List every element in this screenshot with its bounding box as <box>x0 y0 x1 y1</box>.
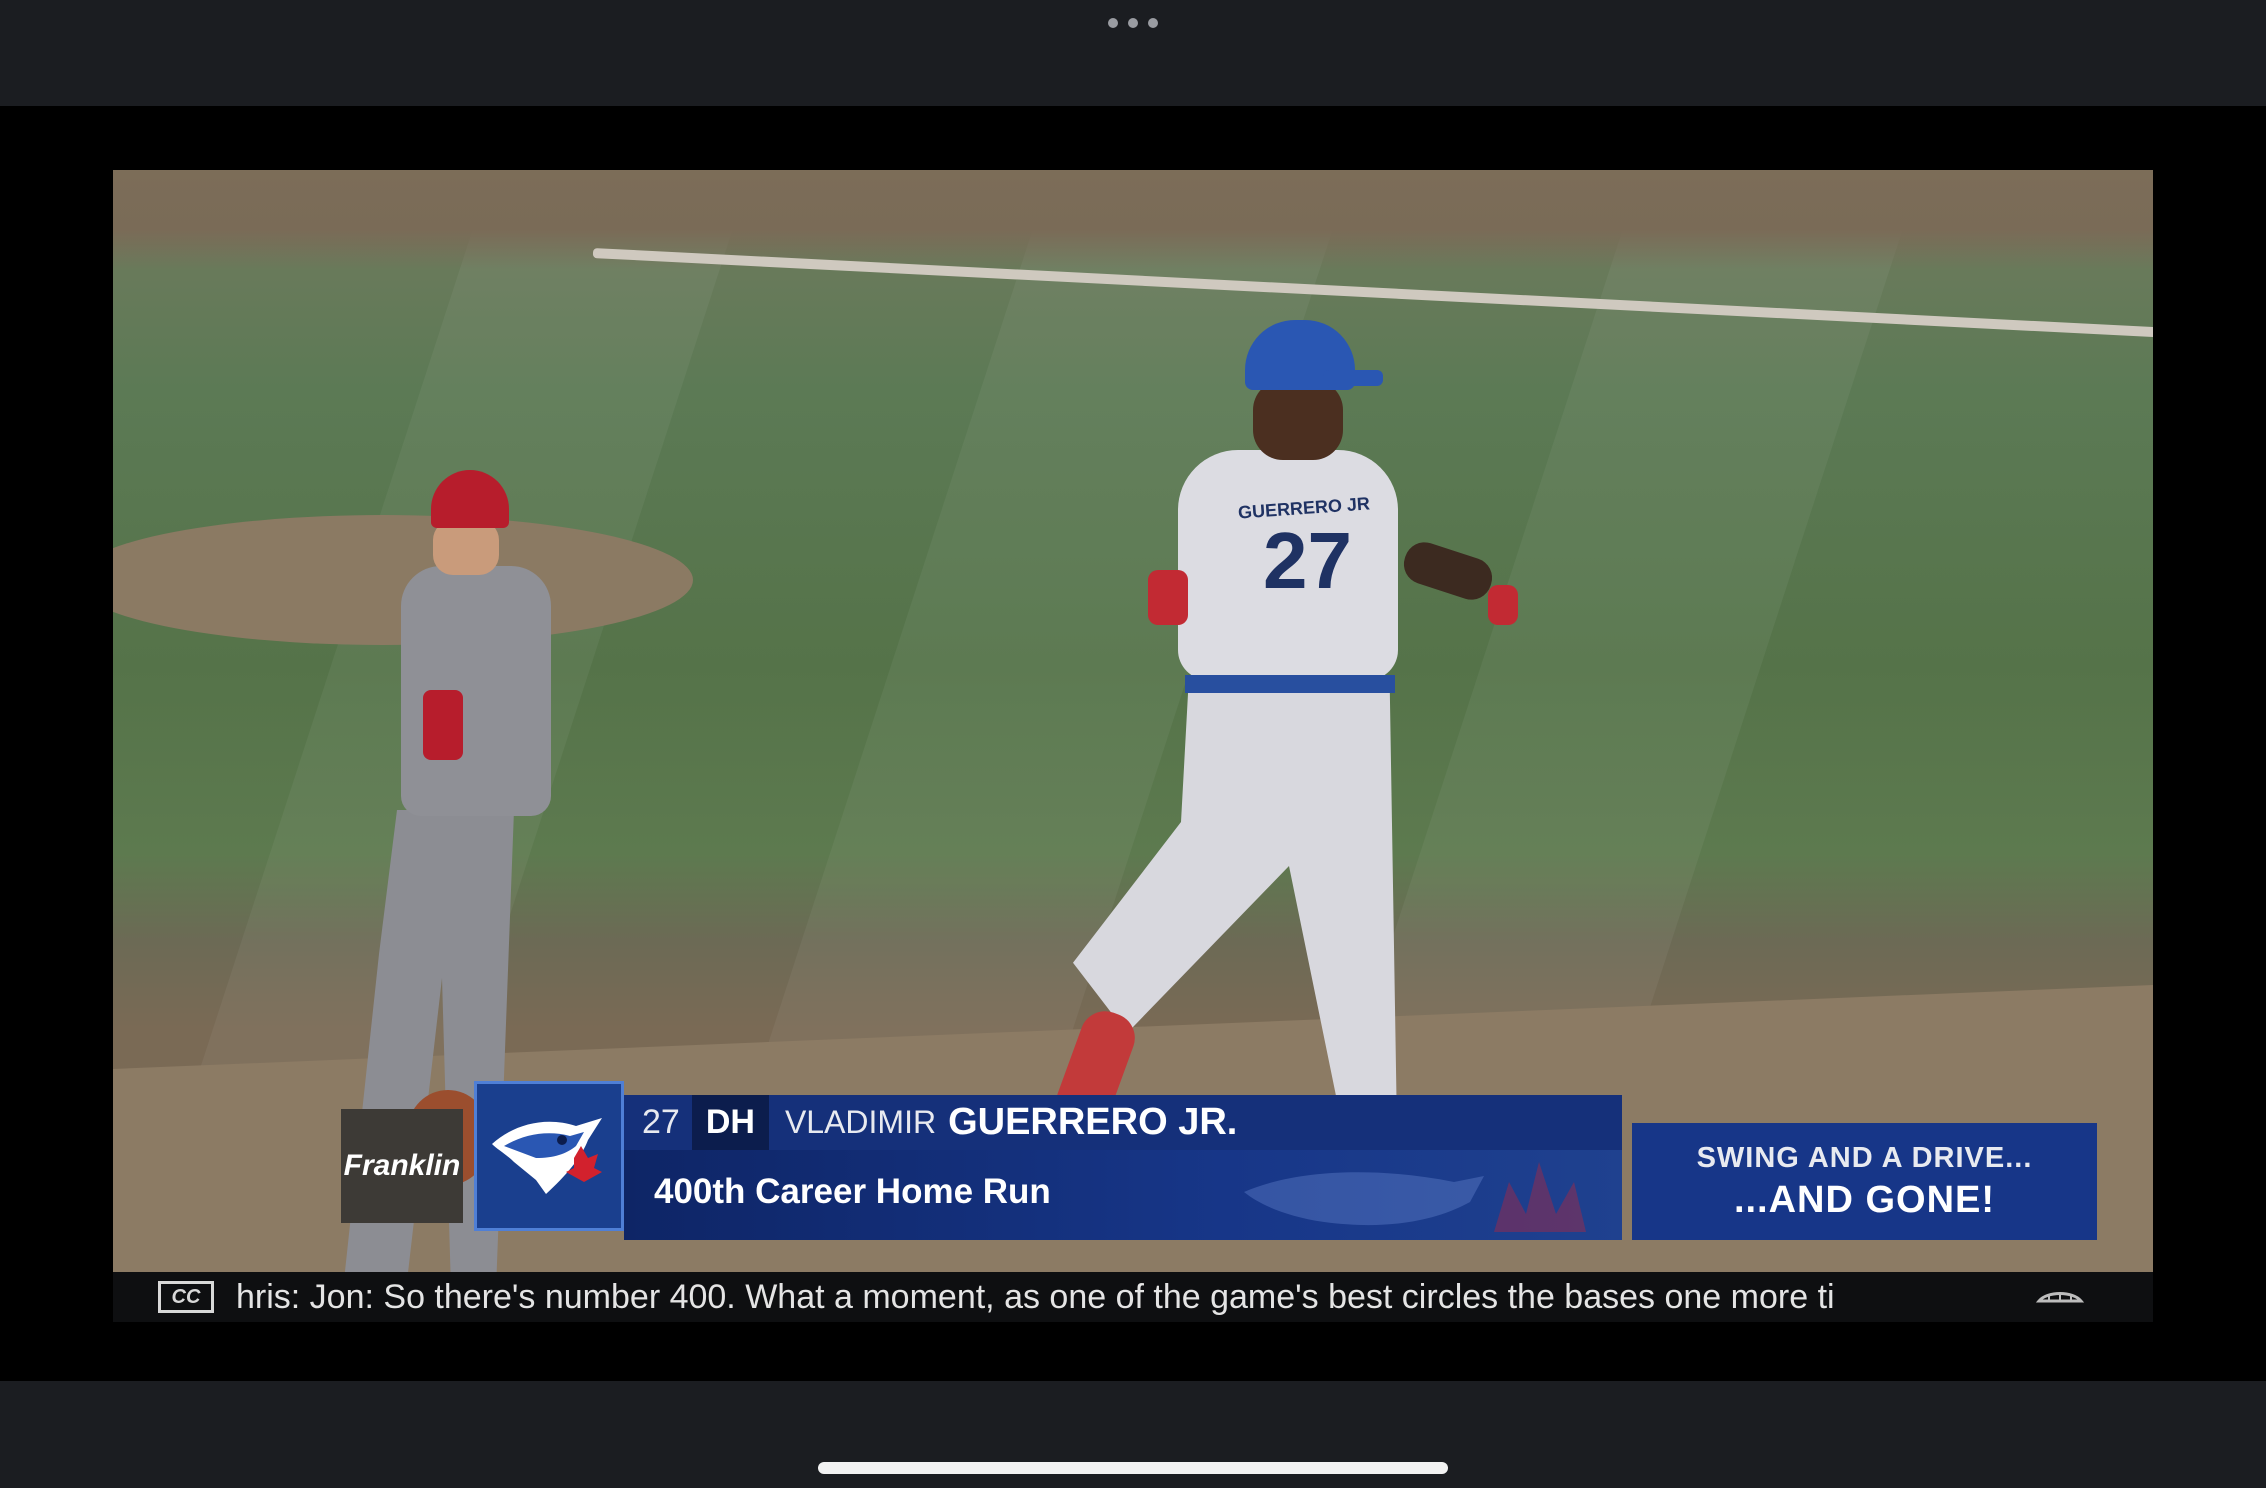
dot <box>1148 18 1158 28</box>
milestone-text: 400th Career Home Run <box>654 1172 1051 1211</box>
fielder-sleeve <box>423 690 463 760</box>
call-line-1: SWING AND A DRIVE... <box>1696 1141 2033 1174</box>
sponsor-logo: Franklin <box>341 1109 463 1223</box>
milestone-bar: 400th Career Home Run <box>624 1150 1622 1240</box>
batter-jersey-number: 27 <box>1263 516 1352 605</box>
team-logo <box>474 1081 624 1231</box>
batter-batting-glove <box>1488 585 1518 625</box>
sponsor-label: Franklin <box>343 1149 461 1182</box>
top-bar <box>0 0 2266 106</box>
batter-belt <box>1185 675 1395 693</box>
infield-dirt <box>113 170 2153 270</box>
caption-text: hris: Jon: So there's number 400. What a… <box>236 1277 1835 1316</box>
batter-sleeve <box>1148 570 1188 625</box>
home-indicator[interactable] <box>818 1462 1448 1474</box>
batter-pants <box>1073 690 1397 1130</box>
batter-head <box>1253 380 1343 460</box>
call-box: SWING AND A DRIVE... ...AND GONE! <box>1632 1123 2097 1240</box>
cc-icon[interactable]: CC <box>158 1281 214 1313</box>
fielder-jersey <box>401 566 551 816</box>
player-number: 27 <box>642 1103 680 1141</box>
dot <box>1108 18 1118 28</box>
player-last-name: GUERRERO JR. <box>948 1101 1238 1143</box>
closed-caption-bar: CC hris: Jon: So there's number 400. Wha… <box>113 1272 2153 1322</box>
fielder-cap <box>431 470 509 528</box>
dot <box>1128 18 1138 28</box>
more-dots-icon[interactable] <box>1108 14 1158 32</box>
player-first-name: VLADIMIR <box>784 1104 937 1140</box>
blue-jays-watermark-icon <box>1244 1162 1586 1232</box>
player-position: DH <box>691 1095 769 1150</box>
blue-jays-logo-icon <box>492 1118 602 1194</box>
player-name-bar: 27 DH VLADIMIR GUERRERO JR. <box>624 1095 1622 1150</box>
batter-helmet-brim <box>1323 370 1383 386</box>
caption-settings-icon[interactable] <box>2035 1285 2085 1309</box>
batter-arm <box>1398 537 1498 605</box>
call-line-2: ...AND GONE! <box>1733 1178 1996 1221</box>
fielder-head <box>433 520 499 575</box>
